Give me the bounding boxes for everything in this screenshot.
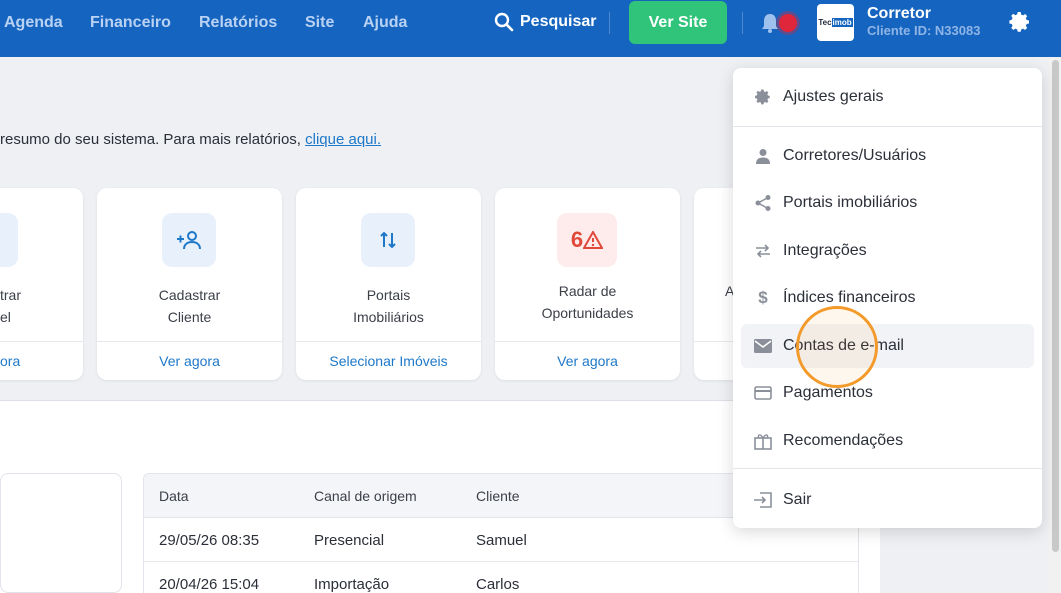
nav-site[interactable]: Site bbox=[305, 14, 334, 32]
menu-divider bbox=[733, 126, 1042, 127]
menu-item-label: Pagamentos bbox=[783, 384, 873, 401]
logo-text-tec: Tec bbox=[818, 18, 832, 27]
card-cadastrar-cliente[interactable]: Cadastrar Cliente Ver agora bbox=[97, 188, 282, 380]
menu-item-pagamentos[interactable]: Pagamentos bbox=[741, 371, 1034, 415]
card-cadastrar-imovel[interactable]: + trar el ora bbox=[0, 188, 83, 380]
client-id: Cliente ID: N33083 bbox=[867, 23, 981, 38]
menu-item-indices-financeiros[interactable]: $ Índices financeiros bbox=[741, 276, 1034, 320]
cell-date: 20/04/26 15:04 bbox=[159, 576, 260, 593]
column-header-canal: Canal de origem bbox=[314, 488, 417, 504]
menu-item-label: Índices financeiros bbox=[783, 289, 916, 306]
tecimob-logo: Tec imob bbox=[817, 4, 854, 41]
menu-item-label: Integrações bbox=[783, 242, 867, 259]
nav-relatorios[interactable]: Relatórios bbox=[199, 14, 277, 32]
card-title-line2: Imobiliários bbox=[353, 309, 424, 325]
card-title-line2: el bbox=[0, 309, 11, 325]
bell-icon[interactable] bbox=[760, 12, 780, 34]
menu-item-ajustes-gerais[interactable]: Ajustes gerais bbox=[741, 75, 1034, 119]
swap-icon bbox=[753, 241, 773, 261]
left-panel bbox=[0, 473, 122, 593]
nav-ajuda[interactable]: Ajuda bbox=[363, 14, 407, 32]
logo-text-imob: imob bbox=[831, 18, 853, 27]
warning-icon bbox=[583, 231, 604, 249]
cell-channel: Importação bbox=[314, 576, 390, 593]
card-title-line1: Portais bbox=[366, 287, 411, 303]
column-header-cliente: Cliente bbox=[476, 488, 520, 504]
menu-item-contas-email[interactable]: Contas de e-mail bbox=[741, 324, 1034, 368]
card-footer-link[interactable]: Ver agora bbox=[495, 341, 680, 380]
card-footer-link[interactable]: Selecionar Imóveis bbox=[296, 341, 481, 380]
add-property-icon: + bbox=[0, 213, 18, 267]
search-button[interactable]: Pesquisar bbox=[494, 12, 596, 32]
cell-client: Carlos bbox=[476, 576, 520, 593]
card-title-line1: Cadastrar bbox=[158, 287, 221, 303]
nav-separator bbox=[742, 12, 743, 34]
radar-count: 6 bbox=[570, 227, 584, 252]
menu-item-label: Portais imobiliários bbox=[783, 194, 918, 211]
nav-agenda[interactable]: Agenda bbox=[4, 14, 63, 32]
card-title-line1: trar bbox=[0, 287, 21, 303]
card-portais-imobiliarios[interactable]: Portais Imobiliários Selecionar Imóveis bbox=[296, 188, 481, 380]
menu-item-label: Corretores/Usuários bbox=[783, 147, 927, 164]
intro-sentence: resumo do seu sistema. Para mais relatór… bbox=[0, 131, 301, 148]
scrollbar-thumb[interactable] bbox=[1052, 60, 1059, 552]
menu-item-label: Recomendações bbox=[783, 432, 904, 449]
add-person-icon bbox=[162, 213, 216, 267]
settings-gear-icon[interactable] bbox=[1008, 10, 1032, 34]
card-icon bbox=[753, 383, 773, 403]
card-radar-oportunidades[interactable]: 6 Radar de Oportunidades Ver agora bbox=[495, 188, 680, 380]
dollar-icon: $ bbox=[758, 288, 768, 307]
notification-badge bbox=[779, 14, 797, 32]
user-name[interactable]: Corretor bbox=[867, 5, 931, 23]
gear-icon bbox=[753, 87, 773, 107]
menu-divider bbox=[733, 468, 1042, 469]
settings-dropdown-menu: Ajustes gerais Corretores/Usuários Porta… bbox=[733, 68, 1042, 528]
gift-icon bbox=[753, 431, 773, 451]
column-header-data: Data bbox=[159, 488, 189, 504]
menu-item-recomendacoes[interactable]: Recomendações bbox=[741, 419, 1034, 463]
card-title-line1: Radar de bbox=[558, 283, 617, 299]
nav-separator bbox=[609, 12, 610, 34]
card-title-line2: Cliente bbox=[167, 309, 212, 325]
intro-text: resumo do seu sistema. Para mais relatór… bbox=[0, 131, 381, 148]
menu-item-sair[interactable]: Sair bbox=[741, 478, 1034, 522]
ver-site-button[interactable]: Ver Site bbox=[629, 1, 727, 44]
cell-client: Samuel bbox=[476, 532, 527, 549]
card-footer-link[interactable]: Ver agora bbox=[97, 341, 282, 380]
sort-arrows-icon bbox=[361, 213, 415, 267]
cell-date: 29/05/26 08:35 bbox=[159, 532, 260, 549]
menu-item-label: Contas de e-mail bbox=[783, 337, 904, 354]
share-icon bbox=[753, 193, 773, 213]
search-icon bbox=[494, 12, 514, 32]
card-footer-link[interactable]: ora bbox=[0, 341, 83, 380]
logout-icon bbox=[753, 490, 773, 510]
top-navbar: Agenda Financeiro Relatórios Site Ajuda … bbox=[0, 0, 1061, 57]
menu-item-corretores[interactable]: Corretores/Usuários bbox=[741, 134, 1034, 178]
nav-financeiro[interactable]: Financeiro bbox=[90, 14, 171, 32]
menu-item-label: Ajustes gerais bbox=[783, 88, 884, 105]
card-title-line2: Oportunidades bbox=[541, 305, 634, 321]
person-icon bbox=[753, 146, 773, 166]
menu-item-integracoes[interactable]: Integrações bbox=[741, 229, 1034, 273]
table-row[interactable]: 20/04/26 15:04 Importação Carlos bbox=[144, 562, 858, 593]
menu-item-portais[interactable]: Portais imobiliários bbox=[741, 181, 1034, 225]
mail-icon bbox=[753, 336, 773, 356]
radar-badge: 6 bbox=[557, 213, 617, 267]
search-label: Pesquisar bbox=[520, 13, 597, 30]
menu-item-label: Sair bbox=[783, 491, 812, 508]
reports-link[interactable]: clique aqui. bbox=[305, 131, 381, 148]
cell-channel: Presencial bbox=[314, 532, 385, 549]
